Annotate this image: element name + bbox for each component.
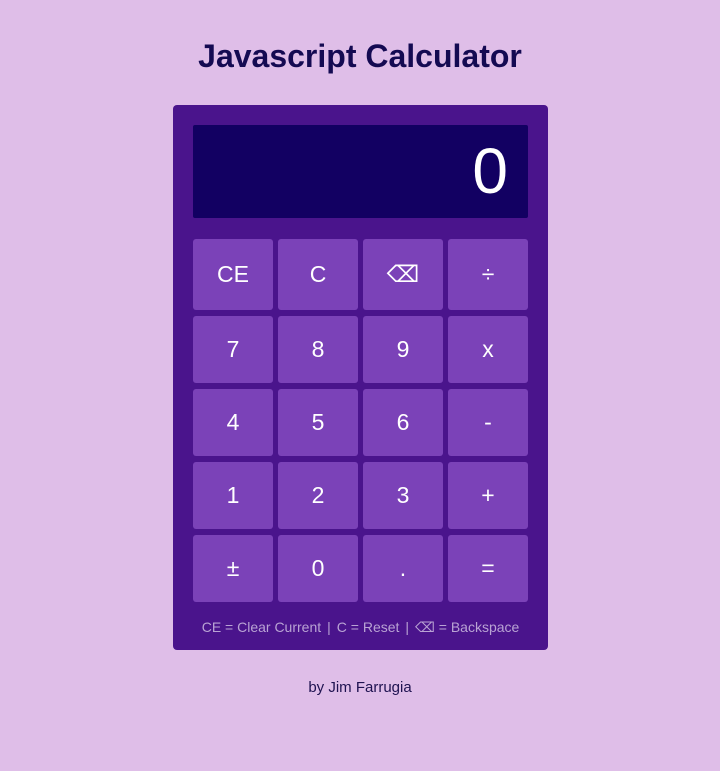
legend-separator: | (405, 619, 410, 635)
legend-reset: C = Reset (336, 619, 400, 635)
page-title: Javascript Calculator (198, 38, 522, 74)
plus-button[interactable]: + (448, 462, 528, 529)
digit-4-button[interactable]: 4 (193, 389, 273, 456)
reset-button[interactable]: C (278, 239, 358, 310)
calculator: 0 CE C ⌫ ÷ 7 8 9 x 4 5 6 - 1 2 3 + ± 0 .… (173, 105, 548, 650)
digit-5-button[interactable]: 5 (278, 389, 358, 456)
digit-6-button[interactable]: 6 (363, 389, 443, 456)
legend-clear-current: CE = Clear Current (201, 619, 322, 635)
legend-backspace: ⌫ = Backspace (415, 619, 520, 635)
digit-3-button[interactable]: 3 (363, 462, 443, 529)
clear-current-button[interactable]: CE (193, 239, 273, 310)
negate-button[interactable]: ± (193, 535, 273, 602)
divide-button[interactable]: ÷ (448, 239, 528, 310)
digit-1-button[interactable]: 1 (193, 462, 273, 529)
multiply-button[interactable]: x (448, 316, 528, 383)
digit-8-button[interactable]: 8 (278, 316, 358, 383)
legend-separator: | (327, 619, 331, 635)
digit-7-button[interactable]: 7 (193, 316, 273, 383)
key-legend: CE = Clear Current | C = Reset | ⌫ = Backspa… (173, 619, 548, 635)
backspace-button[interactable]: ⌫ (363, 239, 443, 310)
display-readout: 0 (193, 125, 528, 218)
author-byline: by Jim Farrugia (308, 679, 412, 696)
decimal-button[interactable]: . (363, 535, 443, 602)
minus-button[interactable]: - (448, 389, 528, 456)
digit-2-button[interactable]: 2 (278, 462, 358, 529)
digit-0-button[interactable]: 0 (278, 535, 358, 602)
digit-9-button[interactable]: 9 (363, 316, 443, 383)
equals-button[interactable]: = (448, 535, 528, 602)
